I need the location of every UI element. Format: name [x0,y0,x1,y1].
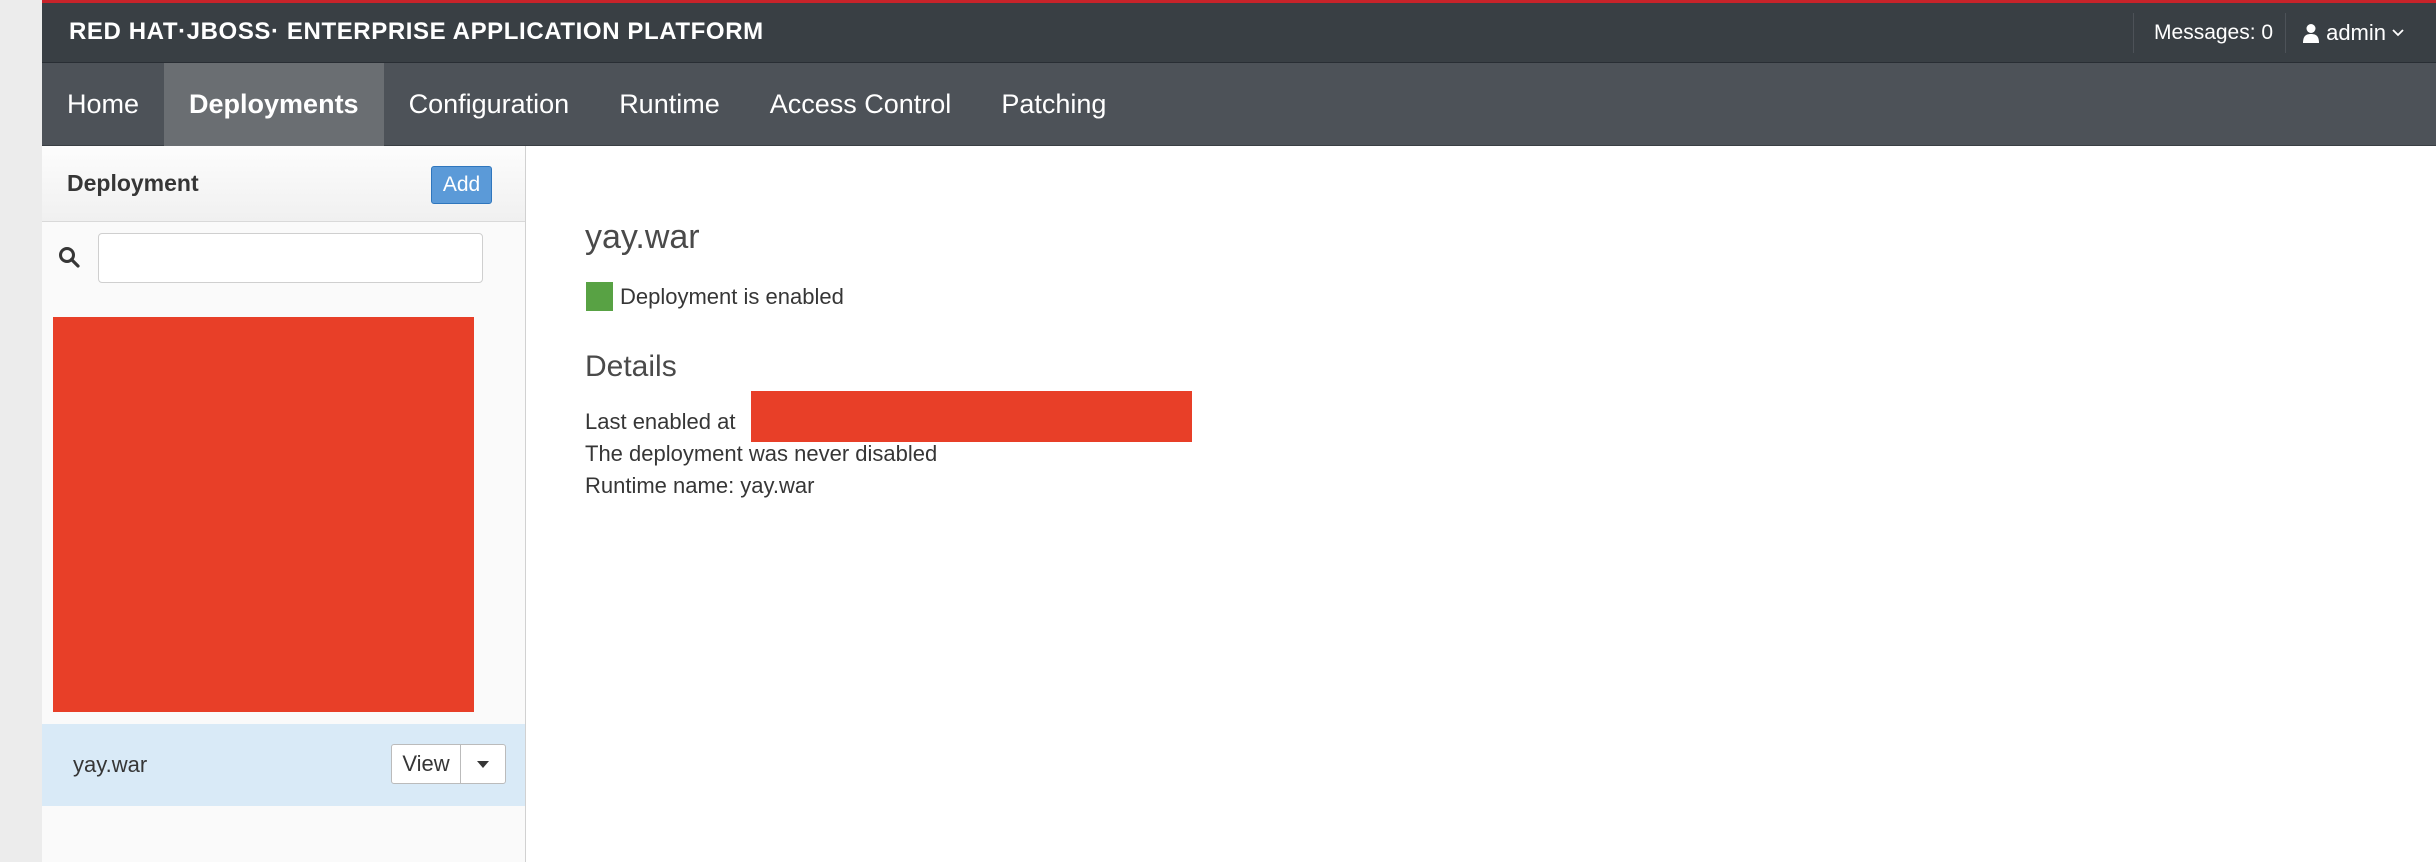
view-button[interactable]: View [392,745,461,783]
runtime-name: Runtime name: yay.war [585,473,815,498]
status-indicator [586,282,613,311]
user-icon [2303,24,2320,43]
nav-access-control[interactable]: Access Control [745,63,977,146]
caret-down-icon [477,760,489,768]
dropdown-toggle[interactable] [461,745,505,783]
add-button[interactable]: Add [431,166,492,204]
sidebar-header: Deployment Add [42,146,525,222]
utility-nav: Messages: 0 admin [2133,11,2436,55]
nav-patching[interactable]: Patching [976,63,1131,146]
never-disabled-text: The deployment was never disabled [585,441,938,466]
search-icon [59,247,80,268]
nav-home[interactable]: Home [42,63,164,146]
details-heading: Details [585,350,677,383]
messages-link[interactable]: Messages: 0 [2134,21,2285,45]
masthead: RED HAT·JBOSS· ENTERPRISE APPLICATION PL… [42,0,2436,63]
user-name: admin [2326,20,2386,45]
search-input[interactable] [98,233,483,283]
primary-nav: Home Deployments Configuration Runtime A… [42,63,2436,146]
redacted-region [751,391,1192,442]
nav-runtime[interactable]: Runtime [594,63,745,146]
app-window: RED HAT·JBOSS· ENTERPRISE APPLICATION PL… [42,0,2436,862]
deployment-sidebar: Deployment Add yay.war View [42,146,526,862]
deployment-details: yay.war Deployment is enabled Details La… [527,146,2436,862]
sidebar-title: Deployment [67,170,199,196]
page-title: yay.war [585,218,700,256]
list-item[interactable]: yay.war View [42,724,525,806]
redacted-region [53,317,474,712]
brand-logo[interactable]: RED HAT·JBOSS· ENTERPRISE APPLICATION PL… [69,17,764,47]
window-gutter [0,0,42,862]
last-enabled-label: Last enabled at [585,409,736,434]
status-text: Deployment is enabled [620,284,844,309]
deployment-name: yay.war [73,752,148,777]
nav-deployments[interactable]: Deployments [164,63,384,146]
chevron-down-icon [2392,29,2404,37]
view-split-button: View [391,744,506,784]
nav-configuration[interactable]: Configuration [384,63,595,146]
user-menu[interactable]: admin [2286,20,2436,46]
